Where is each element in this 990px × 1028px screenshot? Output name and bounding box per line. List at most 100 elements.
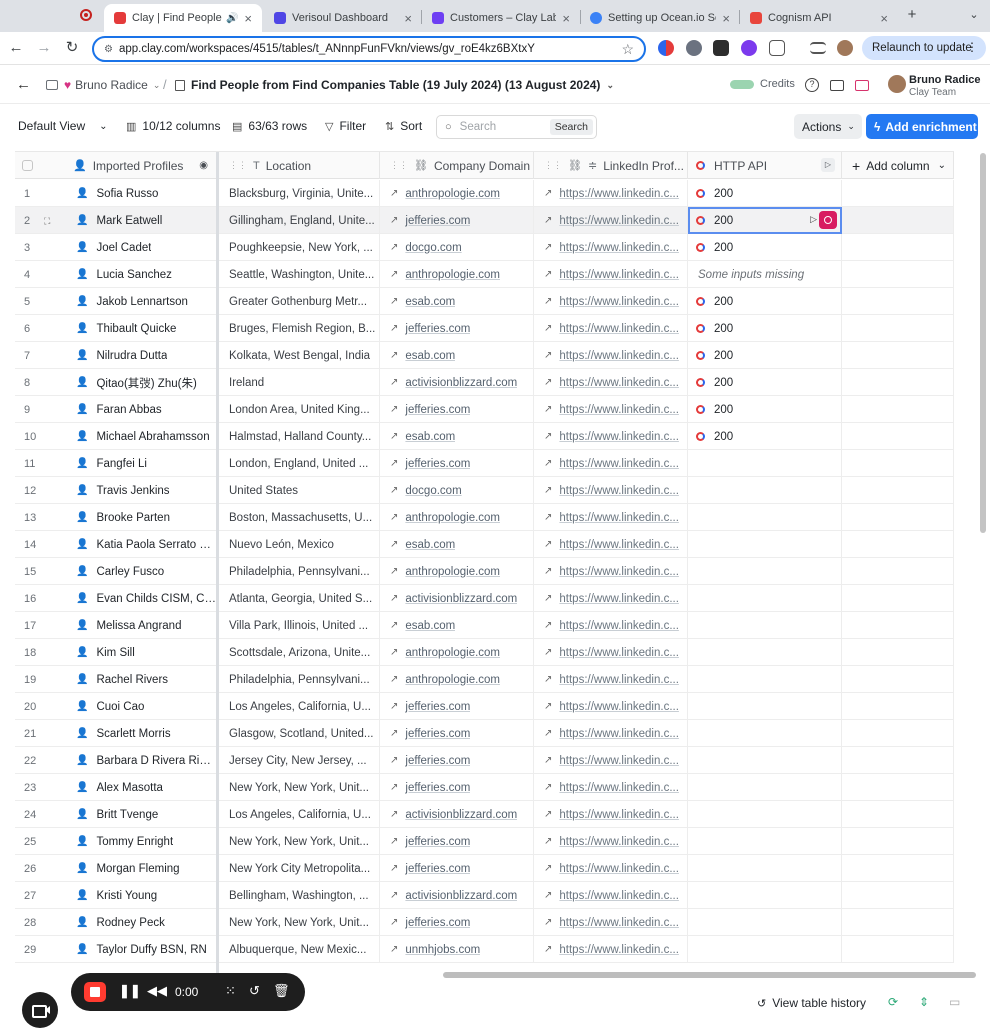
domain-link[interactable]: activisionblizzard.com (405, 809, 517, 821)
profile-cell[interactable]: 👤 Brooke Parten (63, 504, 217, 531)
pause-icon[interactable]: ❚❚ (119, 983, 141, 999)
profile-avatar[interactable] (837, 40, 853, 56)
external-link-icon[interactable]: ↗ (544, 863, 552, 874)
location-cell[interactable]: London Area, United King... (219, 396, 380, 423)
domain-link[interactable]: jefferies.com (405, 836, 470, 848)
linkedin-cell[interactable]: ↗ https://www.linkedin.c... (534, 666, 688, 693)
external-link-icon[interactable]: ↗ (390, 242, 398, 253)
profile-cell[interactable]: 👤 Michael Abrahamsson (63, 423, 217, 450)
domain-cell[interactable]: ↗ jefferies.com (380, 720, 534, 747)
domain-link[interactable]: esab.com (405, 431, 455, 443)
linkedin-link[interactable]: https://www.linkedin.c... (559, 782, 679, 794)
clay-extension-icon[interactable] (658, 40, 674, 56)
domain-cell[interactable]: ↗ anthropologie.com (380, 639, 534, 666)
external-link-icon[interactable]: ↗ (390, 917, 398, 928)
linkedin-cell[interactable]: ↗ https://www.linkedin.c... (534, 531, 688, 558)
linkedin-link[interactable]: https://www.linkedin.c... (559, 242, 679, 254)
address-bar[interactable]: ⚙ app.clay.com/workspaces/4515/tables/t_… (92, 36, 646, 62)
profile-cell[interactable]: 👤 Kim Sill (63, 639, 217, 666)
select-all-checkbox[interactable] (22, 160, 33, 171)
domain-link[interactable]: activisionblizzard.com (405, 593, 517, 605)
location-cell[interactable]: London, England, United ... (219, 450, 380, 477)
http-api-cell[interactable] (688, 450, 842, 477)
linkedin-cell[interactable]: ↗ https://www.linkedin.c... (534, 801, 688, 828)
run-cell-play-icon[interactable]: ▷ (810, 214, 817, 225)
external-link-icon[interactable]: ↗ (544, 809, 552, 820)
external-link-icon[interactable]: ↗ (390, 215, 398, 226)
profile-cell[interactable]: 👤 Evan Childs CISM, CR... (63, 585, 217, 612)
vertical-scrollbar[interactable] (978, 151, 988, 971)
profile-cell[interactable]: 👤 Barbara D Rivera Ribe... (63, 747, 217, 774)
column-target-icon[interactable]: ◉ (199, 160, 208, 171)
location-cell[interactable]: Gillingham, England, Unite... (219, 207, 380, 234)
table-row[interactable]: 27 👤 Kristi Young Bellingham, Washington… (15, 882, 954, 909)
external-link-icon[interactable]: ↗ (544, 323, 552, 334)
linkedin-cell[interactable]: ↗ https://www.linkedin.c... (534, 180, 688, 207)
column-header-http-api[interactable]: HTTP API ▷ (688, 152, 842, 179)
linkedin-cell[interactable]: ↗ https://www.linkedin.c... (534, 774, 688, 801)
new-tab-icon[interactable]: + (902, 5, 922, 25)
location-cell[interactable]: New York City Metropolita... (219, 855, 380, 882)
location-cell[interactable]: Greater Gothenburg Metr... (219, 288, 380, 315)
domain-link[interactable]: jefferies.com (405, 458, 470, 470)
external-link-icon[interactable]: ↗ (390, 755, 398, 766)
domain-link[interactable]: anthropologie.com (405, 674, 500, 686)
table-row[interactable]: 25 👤 Tommy Enright New York, New York, U… (15, 828, 954, 855)
external-link-icon[interactable]: ↗ (390, 512, 398, 523)
linkedin-link[interactable]: https://www.linkedin.c... (559, 701, 679, 713)
notifications-icon[interactable] (855, 80, 869, 91)
linkedin-link[interactable]: https://www.linkedin.c... (559, 944, 679, 956)
linkedin-link[interactable]: https://www.linkedin.c... (559, 539, 679, 551)
inbox-icon[interactable] (830, 80, 844, 91)
expand-row-icon[interactable]: ⛶ (44, 216, 50, 227)
linkedin-link[interactable]: https://www.linkedin.c... (559, 755, 679, 767)
domain-cell[interactable]: ↗ activisionblizzard.com (380, 585, 534, 612)
empty-cell[interactable] (842, 531, 954, 558)
external-link-icon[interactable]: ↗ (390, 809, 398, 820)
domain-link[interactable]: jefferies.com (405, 323, 470, 335)
http-api-cell[interactable] (688, 612, 842, 639)
external-link-icon[interactable]: ↗ (390, 188, 398, 199)
linkedin-link[interactable]: https://www.linkedin.c... (559, 377, 679, 389)
location-cell[interactable]: Halmstad, Halland County... (219, 423, 380, 450)
linkedin-cell[interactable]: ↗ https://www.linkedin.c... (534, 315, 688, 342)
domain-cell[interactable]: ↗ jefferies.com (380, 909, 534, 936)
linkedin-cell[interactable]: ↗ https://www.linkedin.c... (534, 234, 688, 261)
external-link-icon[interactable]: ↗ (390, 593, 398, 604)
location-cell[interactable]: Bruges, Flemish Region, B... (219, 315, 380, 342)
profile-cell[interactable]: 👤 Faran Abbas (63, 396, 217, 423)
linkedin-link[interactable]: https://www.linkedin.c... (559, 917, 679, 929)
camera-toggle-icon[interactable] (22, 992, 58, 1028)
domain-link[interactable]: activisionblizzard.com (405, 377, 517, 389)
http-api-cell[interactable] (688, 882, 842, 909)
table-row[interactable]: 10 👤 Michael Abrahamsson Halmstad, Halla… (15, 423, 954, 450)
linkedin-cell[interactable]: ↗ https://www.linkedin.c... (534, 747, 688, 774)
table-row[interactable]: 17 👤 Melissa Angrand Villa Park, Illinoi… (15, 612, 954, 639)
http-api-cell[interactable]: 200 (688, 369, 842, 396)
linkedin-cell[interactable]: ↗ https://www.linkedin.c... (534, 882, 688, 909)
linkedin-link[interactable]: https://www.linkedin.c... (559, 188, 679, 200)
external-link-icon[interactable]: ↗ (390, 458, 398, 469)
column-header-domain[interactable]: ⋮⋮ ⛓ Company Domain (380, 152, 534, 179)
external-link-icon[interactable]: ↗ (544, 674, 552, 685)
external-link-icon[interactable]: ↗ (544, 620, 552, 631)
external-link-icon[interactable]: ↗ (544, 377, 552, 388)
table-row[interactable]: 12 👤 Travis Jenkins United States ↗ docg… (15, 477, 954, 504)
external-link-icon[interactable]: ↗ (544, 215, 552, 226)
external-link-icon[interactable]: ↗ (544, 350, 552, 361)
profile-cell[interactable]: 👤 Jakob Lennartson (63, 288, 217, 315)
table-row[interactable]: 29 👤 Taylor Duffy BSN, RN Albuquerque, N… (15, 936, 954, 963)
tab-search-chevron-icon[interactable]: ⌄ (964, 5, 984, 25)
profile-cell[interactable]: 👤 Joel Cadet (63, 234, 217, 261)
domain-link[interactable]: jefferies.com (405, 917, 470, 929)
domain-cell[interactable]: ↗ esab.com (380, 288, 534, 315)
credits-button[interactable]: Credits (730, 78, 795, 90)
frozen-column-divider[interactable] (216, 152, 219, 973)
view-table-history-button[interactable]: ↺ View table history (757, 996, 866, 1010)
empty-cell[interactable] (842, 828, 954, 855)
close-tab-icon[interactable]: × (562, 11, 570, 26)
linkedin-link[interactable]: https://www.linkedin.c... (559, 404, 679, 416)
http-api-cell[interactable] (688, 720, 842, 747)
search-button[interactable]: Search (549, 119, 593, 135)
domain-link[interactable]: anthropologie.com (405, 512, 500, 524)
